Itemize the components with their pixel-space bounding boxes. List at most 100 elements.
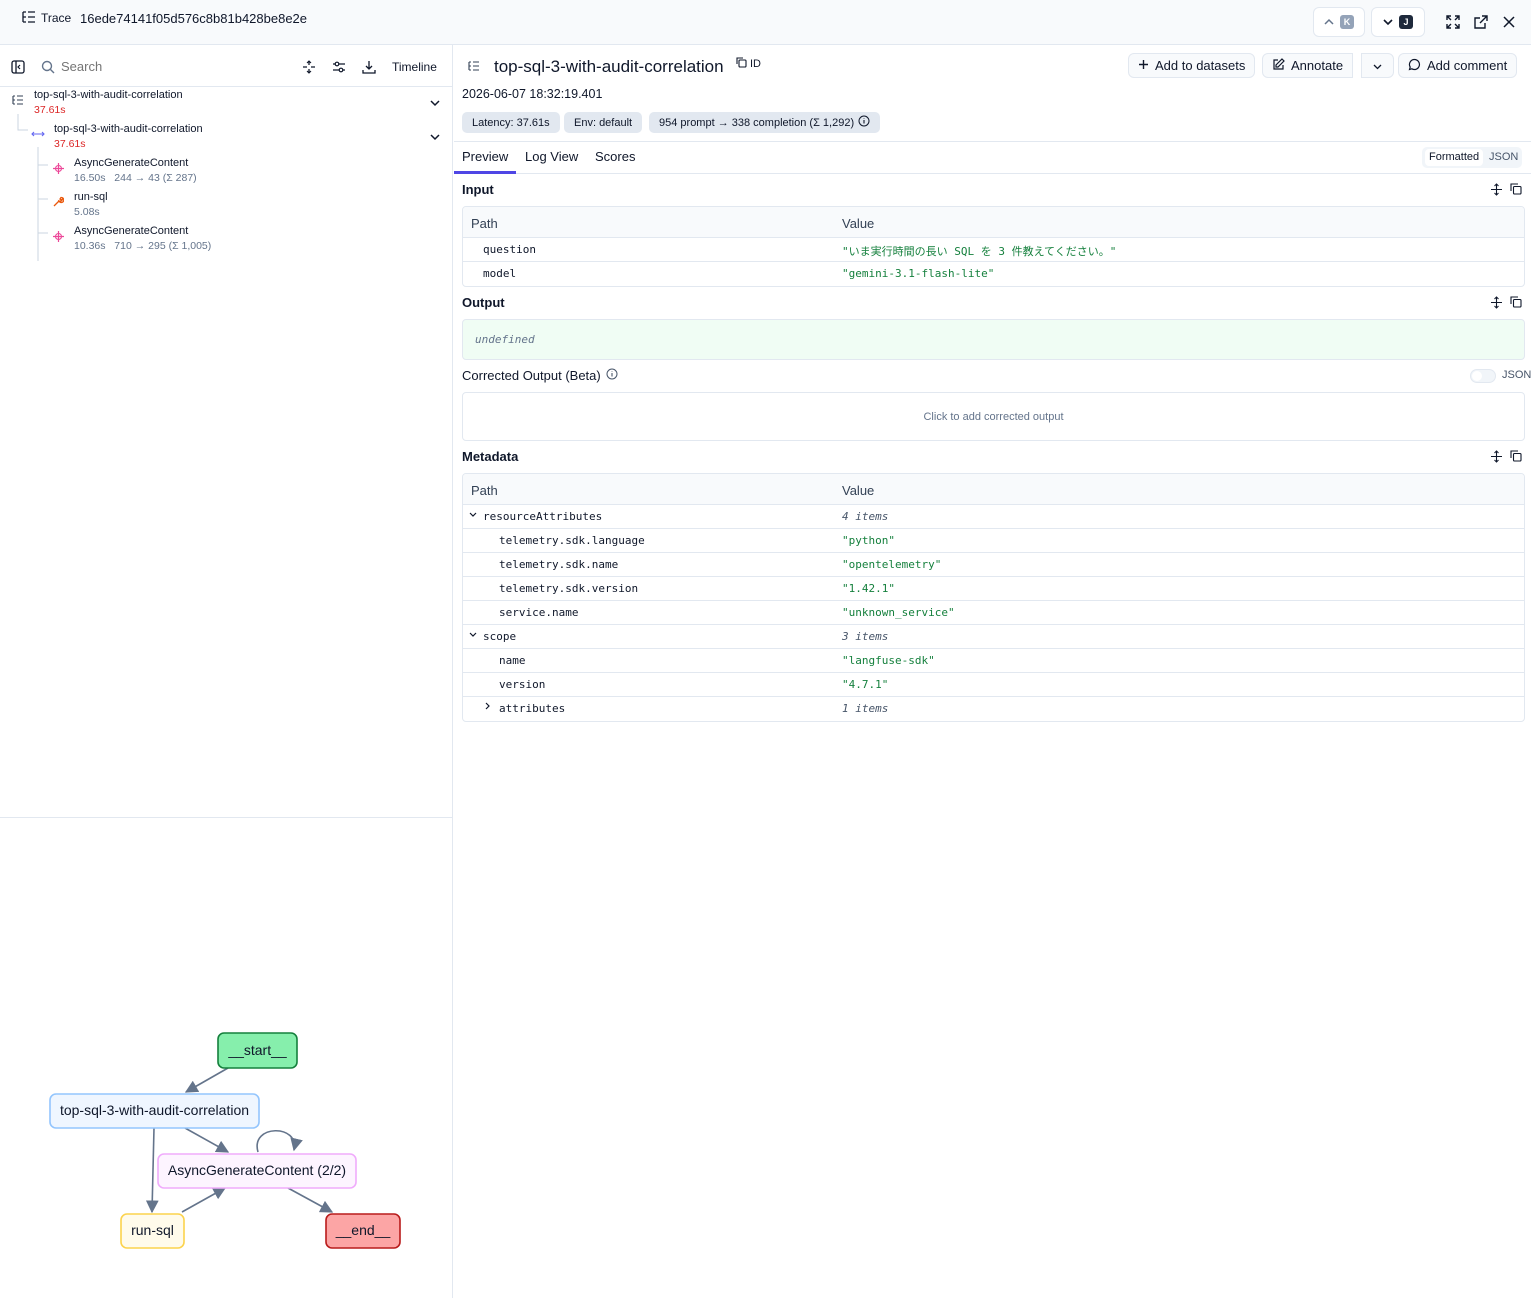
- expand-icon[interactable]: [1444, 13, 1462, 31]
- chevron-down-icon[interactable]: [469, 630, 477, 641]
- next-trace-button[interactable]: J: [1371, 7, 1425, 37]
- row-value: "python": [842, 534, 895, 547]
- copy-icon[interactable]: [1510, 183, 1522, 198]
- graph-node-label: __start__: [227, 1042, 287, 1058]
- table-row[interactable]: question "いま実行時間の長い SQL を 3 件教えてください。": [463, 238, 1524, 262]
- chevron-up-icon: [1324, 15, 1334, 29]
- list-tree-icon: [11, 93, 25, 107]
- graph-node-tool[interactable]: run-sql: [120, 1213, 185, 1249]
- table-row[interactable]: name "langfuse-sdk": [463, 649, 1524, 673]
- copy-id-button[interactable]: ID: [736, 57, 761, 71]
- plus-icon: [1138, 58, 1149, 73]
- view-json-button[interactable]: JSON: [1489, 149, 1518, 166]
- table-row[interactable]: telemetry.sdk.name "opentelemetry": [463, 553, 1524, 577]
- graph-node-label: __end__: [335, 1222, 391, 1238]
- copy-icon[interactable]: [1510, 450, 1522, 465]
- active-tab-indicator: [454, 171, 516, 174]
- tab-scores[interactable]: Scores: [595, 149, 635, 164]
- trace-label-text: Trace: [41, 11, 72, 25]
- table-row[interactable]: telemetry.sdk.language "python": [463, 529, 1524, 553]
- tab-log-view[interactable]: Log View: [525, 149, 578, 164]
- tree-item-tool[interactable]: run-sql 5.08s: [74, 190, 108, 220]
- chevron-down-icon: [1373, 58, 1382, 73]
- env-text: Env: default: [574, 116, 633, 129]
- row-value: "opentelemetry": [842, 558, 942, 571]
- panel-toggle-icon[interactable]: [10, 59, 26, 75]
- row-value: "gemini-3.1-flash-lite": [842, 267, 995, 280]
- edge-gen-end: [287, 1187, 334, 1213]
- list-tree-icon: [468, 60, 480, 74]
- graph-node-generation[interactable]: AsyncGenerateContent (2/2): [157, 1153, 357, 1189]
- row-value: 1 items: [842, 702, 889, 715]
- tree-item-trace[interactable]: top-sql-3-with-audit-correlation 37.61s: [34, 88, 183, 118]
- json-toggle-switch[interactable]: [1470, 369, 1496, 383]
- tab-preview[interactable]: Preview: [462, 149, 508, 164]
- tree-item-generation[interactable]: AsyncGenerateContent 10.36s 710 → 295 (Σ…: [74, 224, 211, 254]
- table-row-group[interactable]: resourceAttributes 4 items: [463, 505, 1524, 529]
- info-icon[interactable]: [858, 115, 870, 130]
- chevron-down-icon[interactable]: [429, 96, 443, 110]
- tree-item-duration: 37.61s: [54, 138, 86, 150]
- timestamp: 2026-06-07 18:32:19.401: [462, 87, 603, 101]
- row-value: 4 items: [842, 510, 889, 523]
- expand-all-icon[interactable]: [1490, 183, 1503, 199]
- json-toggle-label: JSON: [1502, 369, 1531, 381]
- table-row-group[interactable]: attributes 1 items: [463, 697, 1524, 721]
- add-to-datasets-button[interactable]: Add to datasets: [1128, 53, 1256, 78]
- table-row[interactable]: model "gemini-3.1-flash-lite": [463, 262, 1524, 286]
- tree-item-name: run-sql: [74, 191, 108, 203]
- graph-node-start[interactable]: __start__: [217, 1032, 298, 1069]
- table-row[interactable]: telemetry.sdk.version "1.42.1": [463, 577, 1524, 601]
- generation-icon: [51, 229, 65, 243]
- top-bar: Trace 16ede74141f05d576c8b81b428be8e2e K…: [0, 0, 1531, 45]
- table-header: Path Value: [463, 207, 1524, 238]
- toggle-knob: [1472, 371, 1482, 381]
- chevron-down-icon[interactable]: [469, 510, 477, 521]
- graph-node-span[interactable]: top-sql-3-with-audit-correlation: [49, 1093, 260, 1129]
- table-row-group[interactable]: scope 3 items: [463, 625, 1524, 649]
- expand-all-icon[interactable]: [1490, 296, 1503, 312]
- annotate-menu-button[interactable]: [1361, 53, 1394, 78]
- tree-item-duration: 37.61s: [34, 104, 66, 116]
- row-value: "langfuse-sdk": [842, 654, 935, 667]
- kbd-k: K: [1340, 15, 1354, 29]
- output-box: undefined: [462, 319, 1525, 360]
- close-icon[interactable]: [1500, 13, 1518, 31]
- tree-item-generation[interactable]: AsyncGenerateContent 16.50s 244 → 43 (Σ …: [74, 156, 197, 186]
- table-row[interactable]: version "4.7.1": [463, 673, 1524, 697]
- download-icon[interactable]: [361, 59, 377, 75]
- tree-item-name: AsyncGenerateContent: [74, 157, 189, 169]
- input-table: Path Value question "いま実行時間の長い SQL を 3 件…: [462, 206, 1525, 287]
- tokens-badge: 954 prompt → 338 completion (Σ 1,292): [649, 112, 881, 133]
- tree-item-span[interactable]: top-sql-3-with-audit-correlation 37.61s: [54, 122, 203, 152]
- settings-sliders-icon[interactable]: [331, 59, 347, 75]
- expand-all-icon[interactable]: [1490, 450, 1503, 466]
- search-input[interactable]: [61, 59, 261, 74]
- table-row[interactable]: service.name "unknown_service": [463, 601, 1524, 625]
- row-path: scope: [483, 630, 517, 643]
- annotate-button[interactable]: Annotate: [1262, 53, 1354, 78]
- output-section-title: Output: [462, 295, 505, 310]
- view-formatted-button[interactable]: Formatted: [1425, 149, 1484, 166]
- add-comment-label: Add comment: [1427, 58, 1508, 73]
- copy-icon[interactable]: [1510, 296, 1522, 311]
- prev-trace-button[interactable]: K: [1313, 7, 1365, 37]
- crosshair-icon[interactable]: [301, 59, 317, 75]
- row-path: version: [499, 678, 546, 691]
- graph-node-end[interactable]: __end__: [325, 1213, 401, 1249]
- tree-item-tokens: 710 → 295 (Σ 1,005): [114, 240, 212, 252]
- open-external-icon[interactable]: [1472, 13, 1490, 31]
- info-icon[interactable]: [606, 368, 618, 383]
- chevron-right-icon[interactable]: [485, 702, 491, 713]
- wrench-icon: [51, 195, 65, 209]
- chevron-down-icon[interactable]: [429, 130, 443, 144]
- timeline-button[interactable]: Timeline: [392, 60, 437, 74]
- add-comment-button[interactable]: Add comment: [1398, 53, 1518, 78]
- corrected-output-box[interactable]: Click to add corrected output: [462, 392, 1525, 441]
- search-icon: [40, 59, 56, 75]
- tree-item-duration: 16.50s: [74, 172, 106, 184]
- generation-icon: [51, 161, 65, 175]
- tree-item-duration: 5.08s: [74, 206, 100, 218]
- corrected-output-title: Corrected Output (Beta): [462, 368, 618, 383]
- input-section-actions: [1490, 183, 1522, 197]
